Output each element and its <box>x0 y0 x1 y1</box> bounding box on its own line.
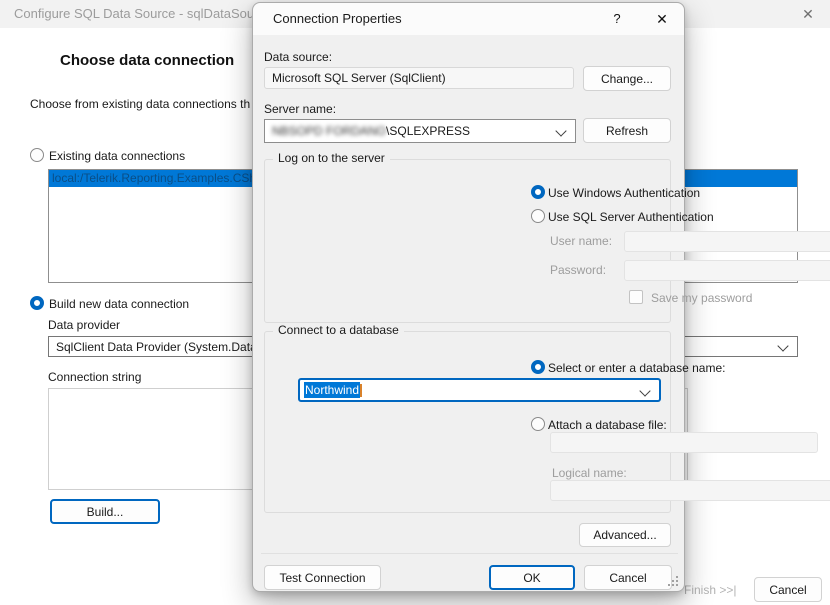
attach-file-label: Attach a database file: <box>548 418 667 432</box>
resize-grip-icon[interactable] <box>668 576 679 587</box>
logical-name-field <box>550 480 830 501</box>
data-provider-label: Data provider <box>48 318 120 332</box>
database-name-value: Northwind <box>304 382 360 398</box>
page-title: Choose data connection <box>60 52 234 69</box>
server-name-redacted: NBSOPD FORDANO <box>272 124 386 138</box>
screen: Configure SQL Data Source - sqlDataSourc… <box>0 0 830 605</box>
logon-group-title: Log on to the server <box>273 151 390 165</box>
windows-auth-radio[interactable] <box>531 185 545 199</box>
windows-auth-label: Use Windows Authentication <box>548 186 700 200</box>
dialog-title: Connection Properties <box>273 3 402 35</box>
database-group-title: Connect to a database <box>273 323 404 337</box>
user-name-label: User name: <box>550 234 612 248</box>
page-description: Choose from existing data connections th <box>30 97 250 111</box>
existing-connections-label: Existing data connections <box>49 149 185 163</box>
build-new-connection-radio[interactable] <box>30 296 44 310</box>
save-password-checkbox[interactable] <box>629 290 643 304</box>
save-password-label: Save my password <box>651 291 752 305</box>
select-database-label: Select or enter a database name: <box>548 361 725 375</box>
data-source-label: Data source: <box>264 50 332 64</box>
chevron-down-icon[interactable] <box>777 340 788 351</box>
chevron-down-icon[interactable] <box>555 125 566 136</box>
ok-button[interactable]: OK <box>489 565 575 590</box>
bg-window-title: Configure SQL Data Source - sqlDataSourc… <box>14 0 279 28</box>
user-name-field <box>624 231 830 252</box>
dialog-titlebar[interactable]: Connection Properties ? ✕ <box>253 3 684 35</box>
chevron-down-icon[interactable] <box>639 385 650 396</box>
server-name-combobox[interactable]: NBSOPD FORDANO\SQLEXPRESS <box>264 119 576 143</box>
dialog-cancel-button[interactable]: Cancel <box>584 565 672 590</box>
connection-string-label: Connection string <box>48 370 141 384</box>
bg-close-icon[interactable]: ✕ <box>796 2 820 26</box>
sql-auth-label: Use SQL Server Authentication <box>548 210 714 224</box>
data-provider-value: SqlClient Data Provider (System.Data.S <box>56 337 268 357</box>
data-source-field: Microsoft SQL Server (SqlClient) <box>264 67 574 89</box>
existing-connections-radio[interactable] <box>30 148 44 162</box>
finish-button: Finish >>| <box>684 583 736 597</box>
help-icon[interactable]: ? <box>603 6 631 32</box>
attach-file-field <box>550 432 818 453</box>
build-button[interactable]: Build... <box>50 499 160 524</box>
bg-cancel-button[interactable]: Cancel <box>754 577 822 602</box>
footer-divider <box>261 553 678 554</box>
select-database-radio[interactable] <box>531 360 545 374</box>
close-icon[interactable]: ✕ <box>647 6 677 32</box>
database-name-combobox[interactable]: Northwind <box>298 378 661 402</box>
text-caret-icon <box>360 384 362 397</box>
sql-auth-radio[interactable] <box>531 209 545 223</box>
change-button[interactable]: Change... <box>583 66 671 91</box>
connection-properties-dialog: Connection Properties ? ✕ Data source: M… <box>252 2 685 592</box>
build-new-connection-label: Build new data connection <box>49 297 189 311</box>
server-name-label: Server name: <box>264 102 336 116</box>
server-name-suffix: \SQLEXPRESS <box>386 124 470 138</box>
password-label: Password: <box>550 263 606 277</box>
logical-name-label: Logical name: <box>552 466 627 480</box>
advanced-button[interactable]: Advanced... <box>579 523 671 547</box>
attach-file-radio[interactable] <box>531 417 545 431</box>
password-field <box>624 260 830 281</box>
test-connection-button[interactable]: Test Connection <box>264 565 381 590</box>
refresh-button[interactable]: Refresh <box>583 118 671 143</box>
